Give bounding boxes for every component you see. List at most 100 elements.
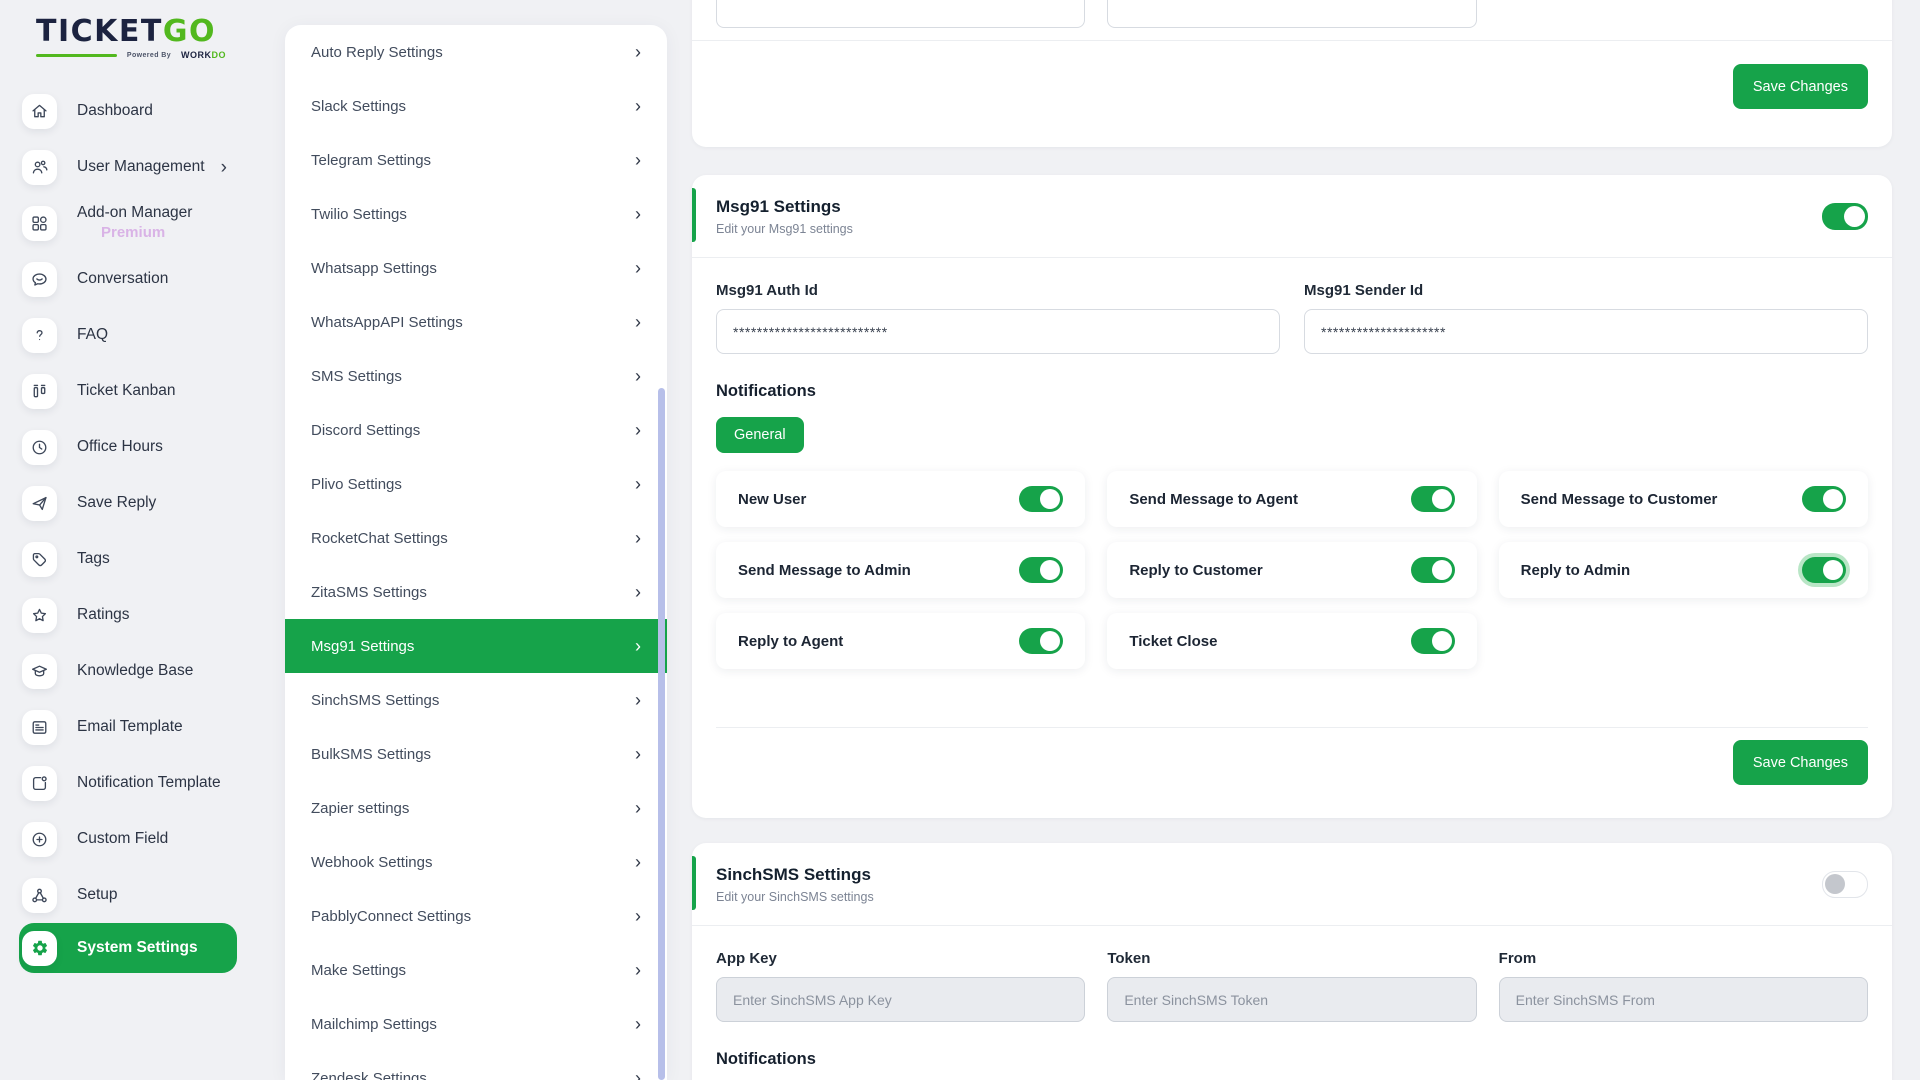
- field-label: Msg91 Auth Id: [716, 282, 1280, 299]
- sidebar-item-text: Tags: [77, 549, 110, 569]
- powered-by-brand-accent: DO: [212, 50, 227, 60]
- msg91-auth-id-input[interactable]: [716, 309, 1280, 354]
- previous-card-input-1[interactable]: [716, 0, 1085, 28]
- brand-logo: TICKETGO Powered By WORKDO: [0, 14, 285, 60]
- brand-underline: [36, 54, 117, 57]
- msg91-enable-toggle[interactable]: [1822, 203, 1868, 230]
- sidebar-item-system-settings[interactable]: System Settings: [19, 923, 237, 973]
- submenu-item-bulksms-settings[interactable]: BulkSMS Settings›: [285, 727, 667, 781]
- submenu-item-label: Twilio Settings: [311, 206, 407, 223]
- submenu-item-label: Auto Reply Settings: [311, 44, 443, 61]
- submenu-item-auto-reply-settings[interactable]: Auto Reply Settings ›: [285, 25, 667, 79]
- notification-card-reply-to-admin: Reply to Admin: [1499, 542, 1868, 598]
- submenu-item-label: RocketChat Settings: [311, 530, 448, 547]
- sinchsms-card-header: SinchSMS Settings Edit your SinchSMS set…: [692, 843, 1892, 925]
- reply-to-agent-toggle[interactable]: [1019, 628, 1063, 654]
- users-icon: [22, 150, 57, 185]
- submenu-item-msg91-settings[interactable]: Msg91 Settings›: [285, 619, 667, 673]
- submenu-item-plivo-settings[interactable]: Plivo Settings›: [285, 457, 667, 511]
- sidebar-item-save-reply[interactable]: Save Reply: [0, 475, 285, 531]
- chevron-right-icon: ›: [221, 158, 227, 177]
- submenu-item-label: Discord Settings: [311, 422, 420, 439]
- msg91-notifications-title: Notifications: [716, 382, 1868, 401]
- field-label: From: [1499, 950, 1868, 967]
- submenu-item-webhook-settings[interactable]: Webhook Settings›: [285, 835, 667, 889]
- sinchsms-fields: App KeyTokenFrom: [716, 950, 1868, 1022]
- submenu-item-label: ZitaSMS Settings: [311, 584, 427, 601]
- submenu-item-pabblyconnect-settings[interactable]: PabblyConnect Settings›: [285, 889, 667, 943]
- new-user-toggle[interactable]: [1019, 486, 1063, 512]
- settings-submenu-list: Auto Reply Settings›Slack Settings›Teleg…: [285, 25, 667, 1080]
- premium-badge: Premium: [101, 223, 192, 243]
- sinchsms-card-title: SinchSMS Settings: [716, 865, 874, 885]
- sidebar-item-email-template[interactable]: Email Template: [0, 699, 285, 755]
- sidebar-item-notification-template[interactable]: Notification Template: [0, 755, 285, 811]
- submenu-item-slack-settings[interactable]: Slack Settings›: [285, 79, 667, 133]
- submenu-item-mailchimp-settings[interactable]: Mailchimp Settings ›: [285, 997, 667, 1051]
- token-input[interactable]: [1107, 977, 1476, 1022]
- notification-card-send-message-to-agent: Send Message to Agent: [1107, 471, 1476, 527]
- send-message-to-customer-toggle[interactable]: [1802, 486, 1846, 512]
- sidebar-item-add-on-manager[interactable]: Add-on ManagerPremium: [0, 195, 285, 251]
- sidebar-item-office-hours[interactable]: Office Hours: [0, 419, 285, 475]
- submenu-item-sinchsms-settings[interactable]: SinchSMS Settings›: [285, 673, 667, 727]
- sidebar-item-custom-field[interactable]: Custom Field: [0, 811, 285, 867]
- save-changes-button[interactable]: Save Changes: [1733, 740, 1868, 785]
- sidebar-item-knowledge-base[interactable]: Knowledge Base: [0, 643, 285, 699]
- save-changes-button[interactable]: Save Changes: [1733, 64, 1868, 109]
- previous-settings-card: Save Changes: [692, 0, 1892, 147]
- sidebar-item-user-management[interactable]: User Management ›: [0, 139, 285, 195]
- sinchsms-header-text: SinchSMS Settings Edit your SinchSMS set…: [716, 865, 874, 904]
- sidebar-item-setup[interactable]: Setup: [0, 867, 285, 923]
- chevron-right-icon: ›: [635, 259, 641, 277]
- send-message-to-agent-toggle[interactable]: [1411, 486, 1455, 512]
- msg91-fields: Msg91 Auth Id Msg91 Sender Id: [716, 282, 1868, 354]
- submenu-item-telegram-settings[interactable]: Telegram Settings›: [285, 133, 667, 187]
- chevron-right-icon: ›: [635, 1015, 641, 1033]
- sidebar-item-conversation[interactable]: Conversation: [0, 251, 285, 307]
- ticket-close-toggle[interactable]: [1411, 628, 1455, 654]
- submenu-item-make-settings[interactable]: Make Settings›: [285, 943, 667, 997]
- field-label: Token: [1107, 950, 1476, 967]
- submenu-item-zendesk-settings[interactable]: Zendesk Settings›: [285, 1051, 667, 1080]
- submenu-item-zitasms-settings[interactable]: ZitaSMS Settings›: [285, 565, 667, 619]
- sidebar-item-text: FAQ: [77, 325, 108, 345]
- chevron-right-icon: ›: [635, 43, 641, 61]
- reply-to-customer-toggle[interactable]: [1411, 557, 1455, 583]
- submenu-item-label: Webhook Settings: [311, 854, 432, 871]
- submenu-item-whatsappapi-settings[interactable]: WhatsAppAPI Settings›: [285, 295, 667, 349]
- submenu-item-whatsapp-settings[interactable]: Whatsapp Settings›: [285, 241, 667, 295]
- send-message-to-admin-toggle[interactable]: [1019, 557, 1063, 583]
- submenu-item-label: Telegram Settings: [311, 152, 431, 169]
- submenu-item-twilio-settings[interactable]: Twilio Settings›: [285, 187, 667, 241]
- sidebar-item-faq[interactable]: FAQ: [0, 307, 285, 363]
- previous-card-input-2[interactable]: [1107, 0, 1476, 28]
- msg91-sender-id-input[interactable]: [1304, 309, 1868, 354]
- brand-title-accent: GO: [163, 14, 216, 49]
- submenu-scrollbar[interactable]: [658, 388, 665, 1080]
- sidebar-item-label: User Management: [77, 157, 205, 177]
- from-input[interactable]: [1499, 977, 1868, 1022]
- tag-icon: [22, 542, 57, 577]
- submenu-item-label: Make Settings: [311, 962, 406, 979]
- submenu-item-sms-settings[interactable]: SMS Settings›: [285, 349, 667, 403]
- field-msg91-sender-id: Msg91 Sender Id: [1304, 282, 1868, 354]
- sidebar-item-ratings[interactable]: Ratings: [0, 587, 285, 643]
- sidebar-item-ticket-kanban[interactable]: Ticket Kanban: [0, 363, 285, 419]
- submenu-item-label: Mailchimp Settings: [311, 1016, 437, 1033]
- sidebar-item-tags[interactable]: Tags: [0, 531, 285, 587]
- sidebar-item-text: Add-on ManagerPremium: [77, 203, 192, 243]
- cap-icon: [22, 654, 57, 689]
- field-label: Msg91 Sender Id: [1304, 282, 1868, 299]
- reply-to-admin-toggle[interactable]: [1802, 557, 1846, 583]
- sinchsms-enable-toggle[interactable]: [1822, 871, 1868, 898]
- app-key-input[interactable]: [716, 977, 1085, 1022]
- notification-label: Send Message to Admin: [738, 562, 911, 579]
- submenu-item-zapier-settings[interactable]: Zapier settings›: [285, 781, 667, 835]
- general-tab-button[interactable]: General: [716, 417, 804, 453]
- sidebar-item-dashboard[interactable]: Dashboard: [0, 83, 285, 139]
- submenu-item-rocketchat-settings[interactable]: RocketChat Settings›: [285, 511, 667, 565]
- sidebar-item-label: Conversation: [77, 269, 168, 289]
- submenu-item-label: WhatsAppAPI Settings: [311, 314, 463, 331]
- submenu-item-discord-settings[interactable]: Discord Settings›: [285, 403, 667, 457]
